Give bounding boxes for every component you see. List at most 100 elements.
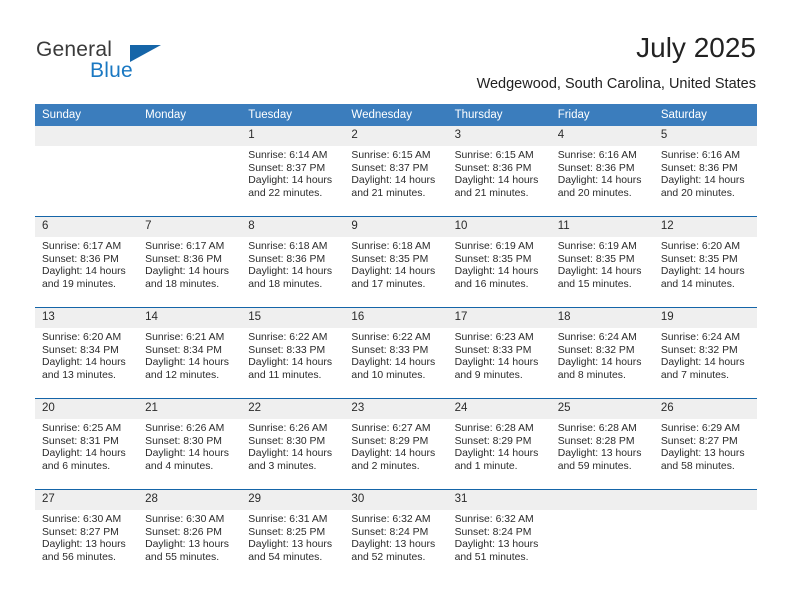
sunset-text: Sunset: 8:36 PM [660, 162, 738, 174]
daylight-text-line2: and 8 minutes. [557, 369, 626, 381]
day-cell[interactable] [550, 489, 654, 580]
sunrise-text: Sunrise: 6:21 AM [145, 332, 225, 343]
day-cell[interactable]: 17 Sunrise: 6:23 AM Sunset: 8:33 PM Dayl… [447, 307, 551, 399]
daylight-text-line1: Daylight: 14 hours [248, 266, 333, 278]
day-cell[interactable]: 3 Sunrise: 6:15 AM Sunset: 8:36 PM Dayli… [447, 126, 551, 217]
day-cell-inner: 10 Sunrise: 6:19 AM Sunset: 8:35 PM Dayl… [447, 217, 551, 307]
day-cell[interactable]: 30 Sunrise: 6:32 AM Sunset: 8:24 PM Dayl… [344, 489, 448, 580]
daylight-text-line1: Daylight: 14 hours [145, 357, 229, 369]
day-cell-inner: 1 Sunrise: 6:14 AM Sunset: 8:37 PM Dayli… [241, 126, 345, 216]
day-cell[interactable]: 6 Sunrise: 6:17 AM Sunset: 8:36 PM Dayli… [35, 216, 139, 308]
day-cell[interactable]: 27 Sunrise: 6:30 AM Sunset: 8:27 PM Dayl… [35, 489, 139, 580]
day-number: 12 [653, 217, 757, 237]
day-cell[interactable]: 1 Sunrise: 6:14 AM Sunset: 8:37 PM Dayli… [241, 126, 345, 217]
day-number: 6 [35, 217, 139, 237]
day-cell[interactable]: 5 Sunrise: 6:16 AM Sunset: 8:36 PM Dayli… [653, 126, 757, 217]
sunset-text: Sunset: 8:34 PM [145, 344, 222, 356]
day-info [551, 510, 654, 514]
day-cell-inner: 14 Sunrise: 6:21 AM Sunset: 8:34 PM Dayl… [138, 308, 242, 398]
day-cell[interactable]: 12 Sunrise: 6:20 AM Sunset: 8:35 PM Dayl… [653, 216, 757, 308]
sunset-text: Sunset: 8:26 PM [145, 526, 222, 538]
day-info: Sunrise: 6:28 AM Sunset: 8:29 PM Dayligh… [448, 419, 551, 473]
day-cell[interactable]: 10 Sunrise: 6:19 AM Sunset: 8:35 PM Dayl… [447, 216, 551, 308]
sunrise-text: Sunrise: 6:18 AM [248, 241, 328, 252]
day-cell-inner: 18 Sunrise: 6:24 AM Sunset: 8:32 PM Dayl… [550, 308, 654, 398]
day-number: 5 [653, 126, 757, 146]
daylight-text-line1: Daylight: 14 hours [557, 175, 642, 187]
day-cell[interactable]: 20 Sunrise: 6:25 AM Sunset: 8:31 PM Dayl… [35, 398, 139, 490]
day-cell[interactable] [35, 126, 139, 217]
week-row: 27 Sunrise: 6:30 AM Sunset: 8:27 PM Dayl… [35, 489, 757, 580]
day-number: 26 [653, 399, 757, 419]
daylight-text-line1: Daylight: 13 hours [660, 448, 745, 460]
day-info: Sunrise: 6:15 AM Sunset: 8:36 PM Dayligh… [448, 146, 551, 200]
daylight-text-line2: and 4 minutes. [145, 460, 214, 472]
day-info: Sunrise: 6:23 AM Sunset: 8:33 PM Dayligh… [448, 328, 551, 382]
day-cell[interactable]: 25 Sunrise: 6:28 AM Sunset: 8:28 PM Dayl… [550, 398, 654, 490]
sunrise-text: Sunrise: 6:28 AM [454, 423, 534, 434]
day-cell[interactable]: 28 Sunrise: 6:30 AM Sunset: 8:26 PM Dayl… [138, 489, 242, 580]
sunset-text: Sunset: 8:35 PM [660, 253, 738, 265]
day-cell[interactable]: 26 Sunrise: 6:29 AM Sunset: 8:27 PM Dayl… [653, 398, 757, 490]
day-cell[interactable]: 23 Sunrise: 6:27 AM Sunset: 8:29 PM Dayl… [344, 398, 448, 490]
day-cell[interactable]: 19 Sunrise: 6:24 AM Sunset: 8:32 PM Dayl… [653, 307, 757, 399]
week-row: 13 Sunrise: 6:20 AM Sunset: 8:34 PM Dayl… [35, 307, 757, 399]
daylight-text-line1: Daylight: 13 hours [248, 539, 333, 551]
day-number: 19 [653, 308, 757, 328]
day-cell[interactable]: 8 Sunrise: 6:18 AM Sunset: 8:36 PM Dayli… [241, 216, 345, 308]
sunrise-text: Sunrise: 6:16 AM [557, 150, 637, 161]
day-cell[interactable]: 4 Sunrise: 6:16 AM Sunset: 8:36 PM Dayli… [550, 126, 654, 217]
calendar-head: Sunday Monday Tuesday Wednesday Thursday… [35, 104, 757, 126]
day-number: 24 [447, 399, 551, 419]
day-cell[interactable]: 7 Sunrise: 6:17 AM Sunset: 8:36 PM Dayli… [138, 216, 242, 308]
day-cell-inner [550, 490, 654, 580]
sunrise-text: Sunrise: 6:32 AM [351, 514, 431, 525]
day-cell-inner: 22 Sunrise: 6:26 AM Sunset: 8:30 PM Dayl… [241, 399, 345, 489]
sunset-text: Sunset: 8:36 PM [42, 253, 119, 265]
day-cell-inner: 9 Sunrise: 6:18 AM Sunset: 8:35 PM Dayli… [344, 217, 448, 307]
day-cell[interactable]: 21 Sunrise: 6:26 AM Sunset: 8:30 PM Dayl… [138, 398, 242, 490]
day-cell[interactable]: 11 Sunrise: 6:19 AM Sunset: 8:35 PM Dayl… [550, 216, 654, 308]
day-cell[interactable] [653, 489, 757, 580]
daylight-text-line2: and 11 minutes. [248, 369, 322, 381]
day-cell[interactable]: 14 Sunrise: 6:21 AM Sunset: 8:34 PM Dayl… [138, 307, 242, 399]
daylight-text-line1: Daylight: 14 hours [145, 448, 229, 460]
day-number: 13 [35, 308, 139, 328]
day-cell[interactable]: 16 Sunrise: 6:22 AM Sunset: 8:33 PM Dayl… [344, 307, 448, 399]
day-number: 16 [344, 308, 448, 328]
sunset-text: Sunset: 8:36 PM [557, 162, 635, 174]
sunrise-text: Sunrise: 6:17 AM [42, 241, 122, 252]
day-cell[interactable]: 18 Sunrise: 6:24 AM Sunset: 8:32 PM Dayl… [550, 307, 654, 399]
day-number [550, 490, 654, 510]
calendar-body: 1 Sunrise: 6:14 AM Sunset: 8:37 PM Dayli… [35, 126, 757, 580]
day-info: Sunrise: 6:29 AM Sunset: 8:27 PM Dayligh… [654, 419, 757, 473]
day-cell[interactable]: 13 Sunrise: 6:20 AM Sunset: 8:34 PM Dayl… [35, 307, 139, 399]
day-info: Sunrise: 6:26 AM Sunset: 8:30 PM Dayligh… [138, 419, 241, 473]
day-cell[interactable]: 24 Sunrise: 6:28 AM Sunset: 8:29 PM Dayl… [447, 398, 551, 490]
day-cell[interactable]: 29 Sunrise: 6:31 AM Sunset: 8:25 PM Dayl… [241, 489, 345, 580]
sunrise-text: Sunrise: 6:26 AM [145, 423, 225, 434]
day-cell[interactable]: 31 Sunrise: 6:32 AM Sunset: 8:24 PM Dayl… [447, 489, 551, 580]
day-cell[interactable]: 22 Sunrise: 6:26 AM Sunset: 8:30 PM Dayl… [241, 398, 345, 490]
day-cell-inner: 29 Sunrise: 6:31 AM Sunset: 8:25 PM Dayl… [241, 490, 345, 580]
daylight-text-line2: and 20 minutes. [660, 187, 735, 199]
day-cell-inner: 25 Sunrise: 6:28 AM Sunset: 8:28 PM Dayl… [550, 399, 654, 489]
sunrise-text: Sunrise: 6:27 AM [351, 423, 431, 434]
day-cell[interactable]: 2 Sunrise: 6:15 AM Sunset: 8:37 PM Dayli… [344, 126, 448, 217]
daylight-text-line1: Daylight: 14 hours [248, 357, 333, 369]
general-blue-logo[interactable]: General Blue [36, 38, 236, 84]
day-info: Sunrise: 6:30 AM Sunset: 8:26 PM Dayligh… [138, 510, 241, 564]
daylight-text-line1: Daylight: 14 hours [454, 448, 539, 460]
sunset-text: Sunset: 8:37 PM [248, 162, 326, 174]
daylight-text-line1: Daylight: 14 hours [351, 266, 436, 278]
sunrise-text: Sunrise: 6:23 AM [454, 332, 534, 343]
day-cell[interactable] [138, 126, 242, 217]
sunrise-text: Sunrise: 6:15 AM [351, 150, 431, 161]
daylight-text-line2: and 13 minutes. [42, 369, 116, 381]
sunset-text: Sunset: 8:25 PM [248, 526, 326, 538]
daylight-text-line1: Daylight: 14 hours [660, 357, 745, 369]
day-info: Sunrise: 6:17 AM Sunset: 8:36 PM Dayligh… [35, 237, 138, 291]
day-info: Sunrise: 6:18 AM Sunset: 8:35 PM Dayligh… [344, 237, 447, 291]
day-cell[interactable]: 9 Sunrise: 6:18 AM Sunset: 8:35 PM Dayli… [344, 216, 448, 308]
day-cell[interactable]: 15 Sunrise: 6:22 AM Sunset: 8:33 PM Dayl… [241, 307, 345, 399]
